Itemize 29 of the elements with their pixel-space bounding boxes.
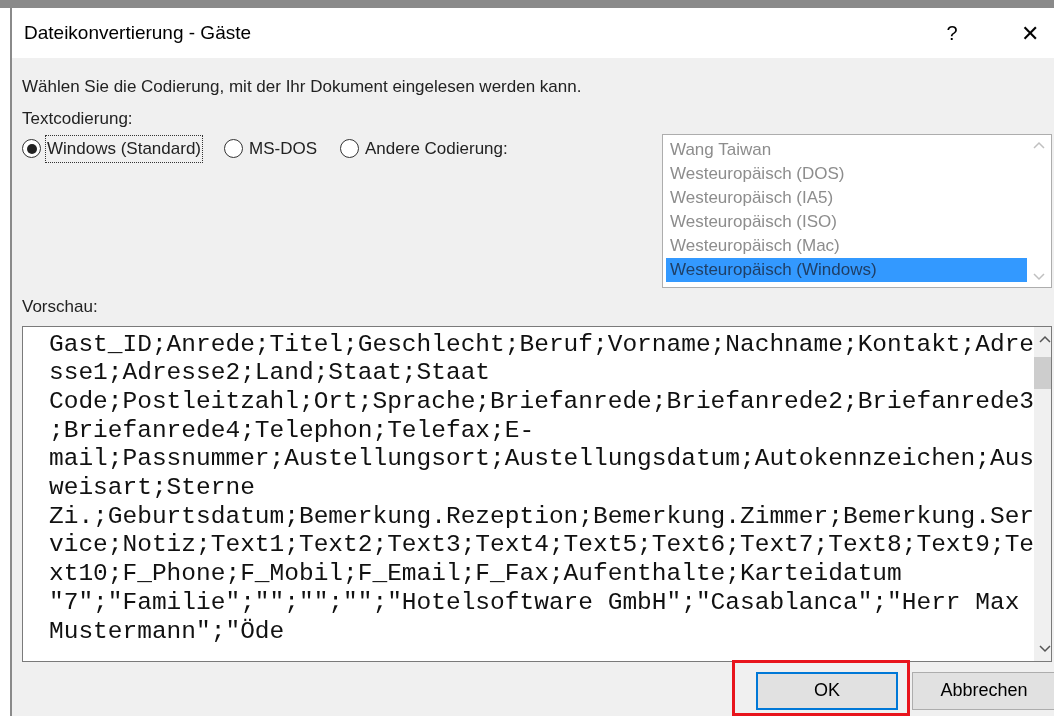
dialog-button[interactable]: OK bbox=[756, 671, 898, 710]
scroll-thumb[interactable] bbox=[1034, 356, 1051, 389]
preview-line: xt10;F_Phone;F_Mobil;F_Email;F_Fax;Aufenthalte;Karteidatum bbox=[49, 560, 902, 589]
preview-line: Mustermann";"Öde bbox=[49, 617, 285, 647]
help-button[interactable]: ? bbox=[932, 13, 972, 53]
scroll-down-icon[interactable] bbox=[1039, 644, 1051, 653]
preview-line: weisart;Sterne bbox=[49, 474, 255, 503]
preview-line: ;Briefanrede4;Telephon;Telefax;E- bbox=[49, 416, 535, 446]
preview-line: mail;Passnummer;Austellungsort;Austellungsdatum;Autokennzeichen;Aus bbox=[49, 445, 1035, 474]
radio-button[interactable] bbox=[340, 139, 359, 159]
radio-label[interactable]: MS-DOS bbox=[248, 136, 318, 162]
radio-label[interactable]: Windows (Standard) bbox=[46, 136, 202, 162]
radio-label[interactable]: Andere Codierung: bbox=[364, 136, 509, 162]
scroll-up-icon[interactable] bbox=[1039, 334, 1051, 343]
preview-label: Vorschau: bbox=[22, 296, 98, 318]
radio-button[interactable] bbox=[224, 139, 243, 159]
preview-line: sse1;Adresse2;Land;Staat;Staat bbox=[49, 359, 491, 388]
encoding-label: Textcodierung: bbox=[22, 107, 133, 130]
preview-line: Gast_ID;Anrede;Titel;Geschlecht;Beruf;Vorname;Nachname;Kontakt;Adre bbox=[49, 330, 1035, 360]
radio-button[interactable] bbox=[22, 139, 41, 159]
preview-line: Zi.;Geburtsdatum;Bemerkung.Rezeption;Bemerkung.Zimmer;Bemerkung.Ser bbox=[49, 502, 1035, 532]
close-button[interactable]: ✕ bbox=[1010, 13, 1050, 53]
preview-scrollbar[interactable] bbox=[1034, 326, 1051, 661]
preview-line: vice;Notiz;Text1;Text2;Text3;Text4;Text5;Text6;Text7;Text8;Text9;Te bbox=[49, 531, 1035, 561]
preview-line: Code;Postleitzahl;Ort;Sprache;Briefanrede;Briefanrede2;Briefanrede3 bbox=[49, 387, 1035, 417]
instruction-text: Wählen Sie die Codierung, mit der Ihr Dokument eingelesen werden kann. bbox=[22, 76, 582, 98]
dialog-button[interactable]: Abbrechen bbox=[912, 671, 1054, 710]
window-title: Dateikonvertierung - Gäste bbox=[24, 20, 253, 45]
preview-line: "7";"Familie";"";"";"";"Hotelsoftware GmbH";"Casablanca";"Herr Max bbox=[49, 588, 1020, 618]
